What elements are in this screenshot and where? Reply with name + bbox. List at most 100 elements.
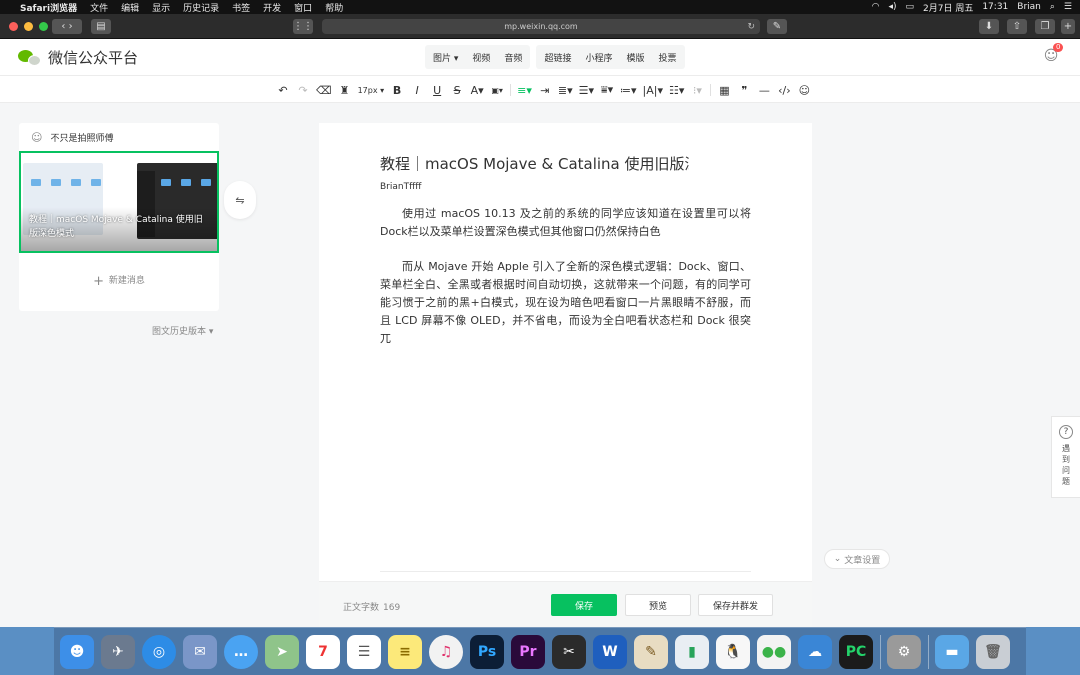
photoshop-icon[interactable]: Ps [470, 634, 504, 669]
wifi-icon[interactable]: ◠ [872, 2, 880, 12]
downloads-folder-icon[interactable]: ▬ [935, 634, 969, 669]
history-version-link[interactable]: 图文历史版本 ▾ [152, 324, 213, 337]
search-icon[interactable]: ⌕ [1050, 2, 1055, 12]
back-forward-buttons[interactable]: ‹ › [52, 19, 82, 34]
spacing-icon[interactable]: ≣▾ [558, 84, 573, 97]
wx-logo[interactable]: 微信公众平台 [18, 47, 138, 68]
sidebar-icon[interactable]: ▤ [91, 19, 111, 34]
tab-audio[interactable]: 音频 [504, 51, 522, 64]
save-and-publish-button[interactable]: 保存并群发 [698, 594, 773, 616]
preview-button[interactable]: 预览 [625, 594, 691, 616]
messages-icon[interactable]: … [224, 634, 258, 669]
mail-icon[interactable]: ✉ [183, 634, 217, 669]
word-icon[interactable]: W [593, 634, 627, 669]
reload-icon[interactable]: ↻ [747, 22, 755, 32]
font-color-icon[interactable]: A▾ [470, 84, 484, 97]
numbered-list-icon[interactable]: ⁝▾ [690, 84, 704, 97]
bullet-list-icon[interactable]: ☷▾ [669, 84, 684, 97]
menu-edit[interactable]: 编辑 [121, 1, 139, 14]
article-card[interactable]: 教程｜macOS Mojave & Catalina 使用旧版深色模式 [19, 151, 219, 253]
safari-icon[interactable]: ◎ [142, 634, 176, 669]
list-icon[interactable]: ☰ [1064, 2, 1072, 12]
share-icon[interactable]: ⇧ [1007, 19, 1027, 34]
menu-view[interactable]: 显示 [152, 1, 170, 14]
menubar-time[interactable]: 17:31 [982, 2, 1008, 12]
background-color-icon[interactable]: ▣▾ [490, 86, 504, 95]
reader-icon[interactable]: ✎ [767, 19, 787, 34]
quote-icon[interactable]: ❞ [737, 84, 751, 97]
battery-icon[interactable]: ▭ [905, 2, 914, 12]
maps-icon[interactable]: ➤ [265, 634, 299, 669]
emoji-icon[interactable]: ☺ [797, 84, 811, 97]
reminders-icon[interactable]: ☰ [347, 634, 381, 669]
author-input[interactable]: BrianTffff [380, 182, 422, 192]
numbers-icon[interactable]: ▮ [675, 634, 709, 669]
brand-name: 微信公众平台 [48, 49, 139, 67]
system-preferences-icon[interactable]: ⚙ [887, 634, 921, 669]
underline-icon[interactable]: U [430, 84, 444, 97]
cloud-icon[interactable]: ☁ [798, 634, 832, 669]
indent-icon[interactable]: ⇥ [538, 84, 552, 97]
table-icon[interactable]: ▦ [717, 84, 731, 97]
notes-icon[interactable]: ≡ [388, 634, 422, 669]
help-button[interactable]: ? 遇 到 问 题 [1051, 416, 1080, 498]
eraser-icon[interactable]: ⌫ [316, 84, 332, 97]
menu-app[interactable]: Safari浏览器 [20, 1, 77, 14]
undo-icon[interactable]: ↶ [276, 84, 290, 97]
download-icon[interactable]: ⬇ [979, 19, 999, 34]
bold-icon[interactable]: B [390, 84, 404, 97]
finder-icon[interactable]: ☻ [60, 634, 94, 669]
redo-icon[interactable]: ↷ [296, 84, 310, 97]
menubar-user[interactable]: Brian [1017, 2, 1041, 12]
pycharm-icon[interactable]: PC [839, 634, 873, 669]
menu-file[interactable]: 文件 [90, 1, 108, 14]
font-size-select[interactable]: 17px ▾ [358, 86, 385, 95]
final-cut-icon[interactable]: ✂ [552, 634, 586, 669]
calendar-icon[interactable]: 7 [306, 634, 340, 669]
letter-spacing-icon[interactable]: |A|▾ [643, 84, 663, 97]
align-icon[interactable]: ≡▾ [517, 84, 532, 97]
code-icon[interactable]: ‹/› [777, 84, 791, 97]
minimize-window-button[interactable] [24, 21, 33, 31]
tabs-icon[interactable]: ❐ [1035, 19, 1055, 34]
tab-template[interactable]: 模版 [626, 51, 644, 64]
save-button[interactable]: 保存 [551, 594, 617, 616]
menu-window[interactable]: 窗口 [294, 1, 312, 14]
article-paragraph[interactable]: 使用过 macOS 10.13 及之前的系统的同学应该知道在设置里可以将Dock… [380, 205, 751, 241]
new-message-button[interactable]: + 新建消息 [19, 273, 219, 289]
launchpad-icon[interactable]: ✈ [101, 634, 135, 669]
article-paragraph[interactable]: 而从 Mojave 开始 Apple 引入了全新的深色模式逻辑：Dock、窗口、… [380, 258, 751, 348]
zoom-window-button[interactable] [39, 21, 48, 31]
list-spacing-icon[interactable]: ≔▾ [620, 84, 637, 97]
menubar-date[interactable]: 2月7日 周五 [923, 1, 973, 14]
qq-icon[interactable]: 🐧 [716, 634, 750, 669]
trash-icon[interactable]: 🗑 [976, 634, 1010, 669]
format-painter-icon[interactable]: ♜ [338, 84, 352, 97]
wechat-icon[interactable]: ●● [757, 634, 791, 669]
tab-video[interactable]: 视频 [472, 51, 490, 64]
article-settings-button[interactable]: ⌄ 文章设置 [824, 549, 890, 569]
tab-miniprogram[interactable]: 小程序 [585, 51, 612, 64]
divider-icon[interactable]: — [757, 84, 771, 97]
menu-help[interactable]: 帮助 [325, 1, 343, 14]
line-height-icon[interactable]: ☰▾ [579, 84, 594, 97]
strikethrough-icon[interactable]: S [450, 84, 464, 97]
tab-vote[interactable]: 投票 [658, 51, 676, 64]
add-tab-icon[interactable]: + [1061, 19, 1075, 34]
tab-link[interactable]: 超链接 [544, 51, 571, 64]
volume-icon[interactable]: ◂) [888, 2, 896, 12]
tab-image[interactable]: 图片 ▾ [433, 51, 458, 64]
italic-icon[interactable]: I [410, 84, 424, 97]
url-bar[interactable]: mp.weixin.qq.com ↻ [322, 19, 760, 34]
menu-bookmarks[interactable]: 书签 [232, 1, 250, 14]
menu-history[interactable]: 历史记录 [183, 1, 219, 14]
grid-icon[interactable]: ⋮⋮ [293, 19, 313, 34]
close-window-button[interactable] [9, 21, 18, 31]
swap-icon[interactable]: ⇋ [224, 181, 256, 219]
article-title-input[interactable]: 教程｜macOS Mojave & Catalina 使用旧版深色 [380, 153, 689, 174]
pages-icon[interactable]: ✎ [634, 634, 668, 669]
menu-develop[interactable]: 开发 [263, 1, 281, 14]
music-icon[interactable]: ♫ [429, 634, 463, 669]
premiere-icon[interactable]: Pr [511, 634, 545, 669]
paragraph-spacing-icon[interactable]: ⩸▾ [600, 83, 614, 97]
